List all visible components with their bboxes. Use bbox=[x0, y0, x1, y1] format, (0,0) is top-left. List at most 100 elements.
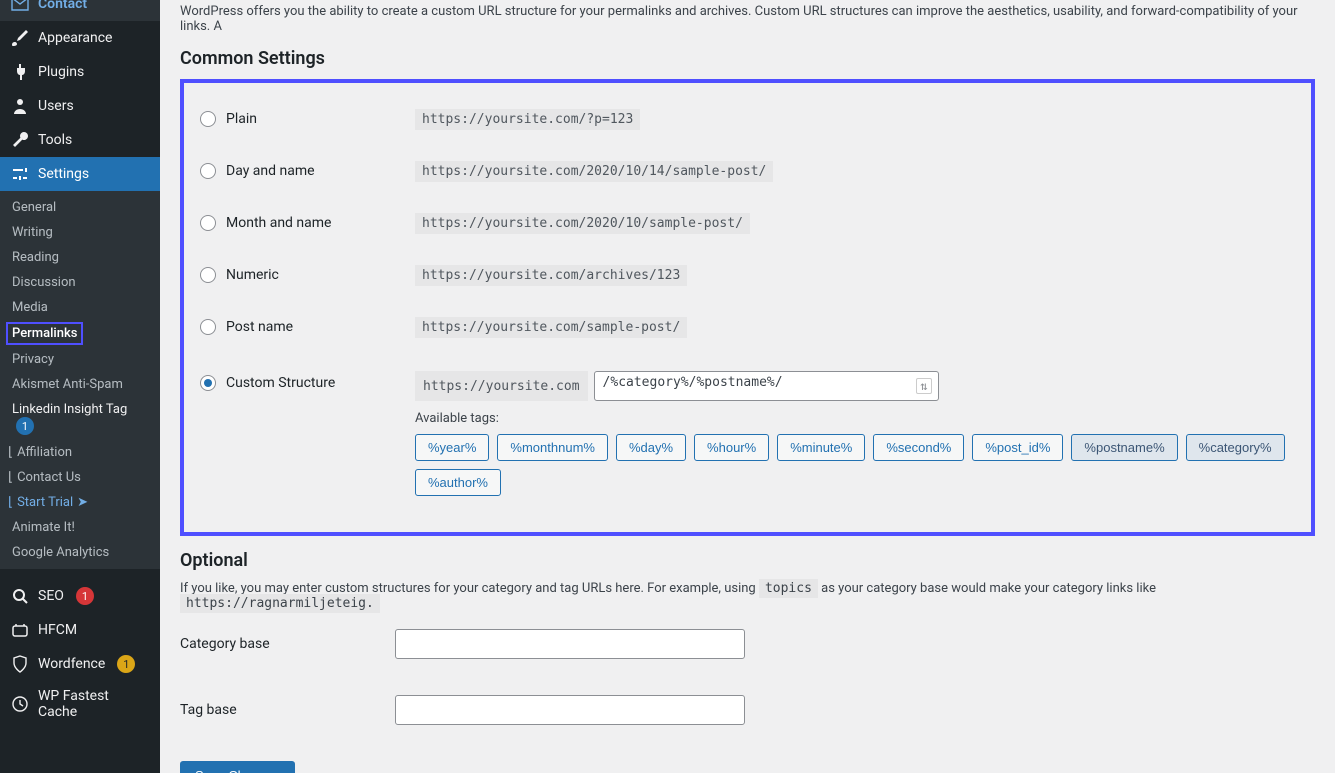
submenu-linkedin[interactable]: Linkedin Insight Tag 1 bbox=[0, 397, 160, 440]
category-base-input[interactable] bbox=[395, 629, 745, 659]
sidebar-item-wpfastest[interactable]: WP Fastest Cache bbox=[0, 681, 160, 727]
available-tags: %year% %monthnum% %day% %hour% %minute% … bbox=[415, 434, 1307, 496]
option-example: https://yoursite.com/sample-post/ bbox=[415, 317, 687, 338]
available-tags-label: Available tags: bbox=[415, 411, 1307, 426]
cache-icon bbox=[10, 694, 30, 714]
custom-structure-input[interactable]: /%category%/%postname%/ ⇅ bbox=[594, 371, 939, 401]
sidebar-item-contact-partial[interactable]: Contact bbox=[0, 0, 160, 21]
settings-submenu: General Writing Reading Discussion Media… bbox=[0, 191, 160, 569]
contact-icon bbox=[10, 0, 30, 14]
submenu-googleanalytics[interactable]: Google Analytics bbox=[0, 540, 160, 565]
submenu-media[interactable]: Media bbox=[0, 295, 160, 320]
tag-base-input[interactable] bbox=[395, 695, 745, 725]
submenu-contactus[interactable]: ⌊ Contact Us bbox=[0, 465, 160, 490]
submenu-reading[interactable]: Reading bbox=[0, 245, 160, 270]
submenu-marker-icon: ⌊ bbox=[8, 470, 13, 485]
tag-postid[interactable]: %post_id% bbox=[972, 434, 1063, 461]
optional-title: Optional bbox=[180, 550, 1315, 571]
users-icon bbox=[10, 96, 30, 116]
option-example: https://yoursite.com/?p=123 bbox=[415, 109, 640, 130]
sidebar-label: Plugins bbox=[38, 64, 84, 80]
optional-desc: If you like, you may enter custom struct… bbox=[180, 581, 1315, 611]
submenu-discussion[interactable]: Discussion bbox=[0, 270, 160, 295]
submenu-animateit[interactable]: Animate It! bbox=[0, 515, 160, 540]
option-label: Month and name bbox=[226, 215, 331, 231]
submenu-label: Linkedin Insight Tag bbox=[12, 402, 127, 417]
submenu-privacy[interactable]: Privacy bbox=[0, 347, 160, 372]
tag-category[interactable]: %category% bbox=[1186, 434, 1285, 461]
radio-dayname[interactable] bbox=[200, 163, 216, 179]
submenu-writing[interactable]: Writing bbox=[0, 220, 160, 245]
plug-icon bbox=[10, 62, 30, 82]
radio-numeric[interactable] bbox=[200, 267, 216, 283]
custom-prefix: https://yoursite.com bbox=[415, 371, 588, 401]
option-numeric: Numeric https://yoursite.com/archives/12… bbox=[188, 249, 1307, 301]
seo-badge: 1 bbox=[76, 587, 94, 605]
seo-icon bbox=[10, 586, 30, 606]
option-label: Custom Structure bbox=[226, 375, 335, 391]
example-url-code: https://ragnarmiljeteig. bbox=[180, 594, 380, 613]
sidebar-label: HFCM bbox=[38, 622, 77, 638]
tag-base-label: Tag base bbox=[180, 702, 237, 718]
sidebar-item-seo[interactable]: SEO 1 bbox=[0, 579, 160, 613]
radio-plain[interactable] bbox=[200, 111, 216, 127]
submenu-marker-icon: ⌊ bbox=[8, 495, 13, 510]
tag-second[interactable]: %second% bbox=[873, 434, 964, 461]
admin-sidebar: Contact Appearance Plugins Users Tools S… bbox=[0, 0, 160, 773]
option-example: https://yoursite.com/archives/123 bbox=[415, 265, 687, 286]
radio-monthname[interactable] bbox=[200, 215, 216, 231]
tag-day[interactable]: %day% bbox=[616, 434, 686, 461]
option-postname: Post name https://yoursite.com/sample-po… bbox=[188, 301, 1307, 353]
tag-hour[interactable]: %hour% bbox=[694, 434, 769, 461]
sidebar-label: Appearance bbox=[38, 30, 112, 46]
category-base-row: Category base bbox=[180, 611, 1315, 677]
input-suffix-icon: ⇅ bbox=[916, 378, 931, 394]
option-custom: Custom Structure https://yoursite.com /%… bbox=[188, 353, 1307, 514]
option-label: Day and name bbox=[226, 163, 315, 179]
tag-minute[interactable]: %minute% bbox=[777, 434, 865, 461]
common-settings-title: Common Settings bbox=[180, 48, 1315, 69]
sidebar-label: WP Fastest Cache bbox=[38, 688, 150, 720]
radio-postname[interactable] bbox=[200, 319, 216, 335]
sidebar-item-users[interactable]: Users bbox=[0, 89, 160, 123]
sidebar-item-settings[interactable]: Settings bbox=[0, 157, 160, 191]
option-label: Post name bbox=[226, 319, 293, 335]
sidebar-label: Settings bbox=[38, 166, 89, 182]
sidebar-item-wordfence[interactable]: Wordfence 1 bbox=[0, 647, 160, 681]
sidebar-label: Tools bbox=[38, 132, 72, 148]
sidebar-item-tools[interactable]: Tools bbox=[0, 123, 160, 157]
linkedin-badge: 1 bbox=[16, 417, 34, 435]
radio-custom[interactable] bbox=[200, 375, 216, 391]
submenu-general[interactable]: General bbox=[0, 195, 160, 220]
intro-text: WordPress offers you the ability to crea… bbox=[180, 4, 1315, 34]
submenu-affiliation[interactable]: ⌊ Affiliation bbox=[0, 440, 160, 465]
submenu-marker-icon: ⌊ bbox=[8, 445, 13, 460]
category-base-label: Category base bbox=[180, 636, 270, 652]
topics-code: topics bbox=[759, 579, 818, 598]
option-monthname: Month and name https://yoursite.com/2020… bbox=[188, 197, 1307, 249]
sidebar-label: SEO bbox=[38, 588, 64, 604]
arrow-right-icon: ➤ bbox=[77, 495, 88, 510]
tag-postname[interactable]: %postname% bbox=[1071, 434, 1177, 461]
sidebar-item-plugins[interactable]: Plugins bbox=[0, 55, 160, 89]
option-plain: Plain https://yoursite.com/?p=123 bbox=[188, 93, 1307, 145]
hfcm-icon bbox=[10, 620, 30, 640]
sidebar-label: Contact bbox=[38, 0, 87, 12]
sidebar-item-hfcm[interactable]: HFCM bbox=[0, 613, 160, 647]
tag-year[interactable]: %year% bbox=[415, 434, 489, 461]
tag-monthnum[interactable]: %monthnum% bbox=[497, 434, 608, 461]
submenu-starttrial[interactable]: ⌊ Start Trial ➤ bbox=[0, 490, 160, 515]
shield-icon bbox=[10, 654, 30, 674]
tag-author[interactable]: %author% bbox=[415, 469, 501, 496]
save-changes-button[interactable]: Save Changes bbox=[180, 761, 295, 773]
brush-icon bbox=[10, 28, 30, 48]
sidebar-label: Users bbox=[38, 98, 74, 114]
submenu-permalinks[interactable]: Permalinks bbox=[6, 322, 83, 345]
sidebar-item-appearance[interactable]: Appearance bbox=[0, 21, 160, 55]
option-dayname: Day and name https://yoursite.com/2020/1… bbox=[188, 145, 1307, 197]
submenu-akismet[interactable]: Akismet Anti-Spam bbox=[0, 372, 160, 397]
main-content: WordPress offers you the ability to crea… bbox=[160, 0, 1335, 773]
option-label: Plain bbox=[226, 111, 257, 127]
wrench-icon bbox=[10, 130, 30, 150]
option-example: https://yoursite.com/2020/10/sample-post… bbox=[415, 213, 750, 234]
